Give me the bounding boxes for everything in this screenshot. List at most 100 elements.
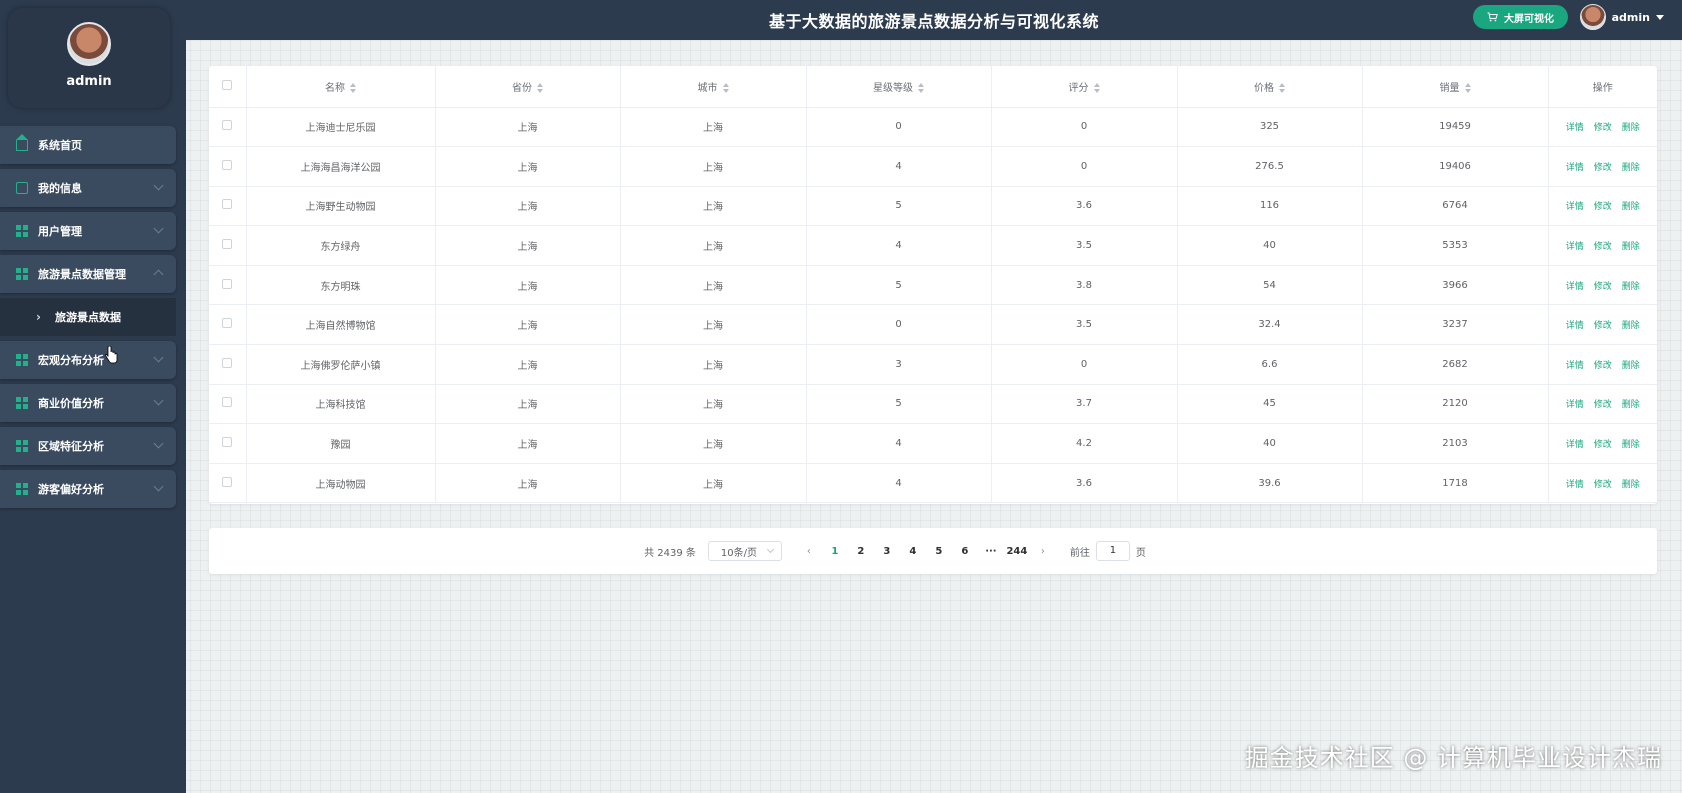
next-page-button[interactable]: › — [1030, 546, 1056, 557]
avatar — [1579, 4, 1606, 30]
delete-link[interactable]: 删除 — [1622, 400, 1640, 410]
sidebar-item-tourist-preference[interactable]: 游客偏好分析 — [0, 470, 176, 508]
prev-page-button[interactable]: ‹ — [796, 546, 822, 557]
sort-icon[interactable] — [918, 82, 924, 93]
edit-link[interactable]: 修改 — [1594, 163, 1612, 173]
cell-score: 0 — [991, 146, 1178, 187]
row-checkbox[interactable] — [222, 476, 233, 487]
sidebar-item-label: 我的信息 — [38, 182, 82, 195]
page-button-4[interactable]: 4 — [900, 546, 926, 557]
delete-link[interactable]: 删除 — [1622, 321, 1640, 331]
row-checkbox[interactable] — [222, 159, 233, 170]
sidebar-item-regional-features[interactable]: 区域特征分析 — [0, 427, 176, 465]
cell-actions: 详情 修改 删除 — [1548, 225, 1657, 266]
cell-score: 3.5 — [991, 304, 1178, 346]
cell-city: 上海 — [620, 463, 807, 504]
delete-link[interactable]: 删除 — [1622, 123, 1640, 133]
sidebar-subitem-attraction-data[interactable]: › 旅游景点数据 — [0, 298, 176, 336]
delete-link[interactable]: 删除 — [1622, 480, 1640, 490]
edit-link[interactable]: 修改 — [1594, 202, 1612, 212]
column-header-price[interactable]: 价格 — [1177, 66, 1363, 108]
cell-province: 上海 — [435, 146, 621, 187]
page-button-last[interactable]: 244 — [1004, 546, 1030, 557]
delete-link[interactable]: 删除 — [1622, 163, 1640, 173]
edit-link[interactable]: 修改 — [1594, 282, 1612, 292]
sidebar-item-my-info[interactable]: 我的信息 — [0, 169, 176, 207]
detail-link[interactable]: 详情 — [1566, 480, 1584, 490]
column-header-score[interactable]: 评分 — [991, 66, 1178, 108]
row-checkbox[interactable] — [222, 199, 233, 210]
page-size-select[interactable]: 10条/页 — [707, 541, 782, 561]
sort-icon[interactable] — [1464, 82, 1471, 93]
row-checkbox[interactable] — [222, 278, 233, 289]
column-header-city[interactable]: 城市 — [620, 66, 807, 108]
page-button-3[interactable]: 3 — [874, 546, 900, 557]
edit-link[interactable]: 修改 — [1594, 361, 1612, 371]
table-row: 上海自然博物馆 上海 上海 0 3.5 32.4 3237 详情 修改 删除 — [209, 304, 1657, 346]
edit-link[interactable]: 修改 — [1594, 480, 1612, 490]
detail-link[interactable]: 详情 — [1566, 321, 1584, 331]
detail-link[interactable]: 详情 — [1566, 440, 1584, 450]
cell-actions: 详情 修改 删除 — [1548, 384, 1657, 425]
row-checkbox[interactable] — [222, 357, 233, 368]
page-button-1[interactable]: 1 — [822, 546, 848, 557]
delete-link[interactable]: 删除 — [1622, 202, 1640, 212]
sidebar-item-attraction-data-management[interactable]: 旅游景点数据管理 — [0, 255, 176, 293]
delete-link[interactable]: 删除 — [1622, 361, 1640, 371]
sidebar-menu: 系统首页 我的信息 用户管理 旅游景点数据管理 › 旅游景点数据 宏观分布分析 — [0, 126, 186, 508]
detail-link[interactable]: 详情 — [1566, 163, 1584, 173]
detail-link[interactable]: 详情 — [1566, 202, 1584, 212]
sidebar-item-business-value[interactable]: 商业价值分析 — [0, 384, 176, 422]
table-row: 上海迪士尼乐园 上海 上海 0 0 325 19459 详情 修改 删除 — [209, 107, 1657, 148]
delete-link[interactable]: 删除 — [1622, 242, 1640, 252]
select-all-checkbox[interactable] — [222, 79, 233, 90]
page-button-2[interactable]: 2 — [848, 546, 874, 557]
profile-name: admin — [66, 74, 112, 89]
column-header-sales[interactable]: 销量 — [1362, 66, 1549, 108]
column-header-name[interactable]: 名称 — [246, 66, 436, 108]
detail-link[interactable]: 详情 — [1566, 361, 1584, 371]
detail-link[interactable]: 详情 — [1566, 242, 1584, 252]
page-title: 基于大数据的旅游景点数据分析与可视化系统 — [768, 12, 1099, 31]
row-checkbox[interactable] — [222, 397, 233, 408]
table-row: 东方绿舟 上海 上海 4 3.5 40 5353 详情 修改 删除 — [209, 225, 1657, 266]
sidebar-item-home[interactable]: 系统首页 — [0, 126, 176, 164]
avatar[interactable] — [67, 22, 111, 66]
row-checkbox[interactable] — [222, 120, 233, 131]
delete-link[interactable]: 删除 — [1622, 440, 1640, 450]
edit-link[interactable]: 修改 — [1594, 440, 1612, 450]
sort-icon[interactable] — [722, 82, 729, 93]
user-menu[interactable]: admin — [1579, 4, 1664, 30]
detail-link[interactable]: 详情 — [1566, 282, 1584, 292]
column-header-province[interactable]: 省份 — [435, 66, 621, 108]
sort-icon[interactable] — [1093, 82, 1100, 93]
edit-link[interactable]: 修改 — [1594, 123, 1612, 133]
edit-link[interactable]: 修改 — [1594, 242, 1612, 252]
cell-score: 4.2 — [991, 423, 1178, 464]
chevron-down-icon — [153, 395, 164, 406]
row-checkbox[interactable] — [222, 318, 233, 329]
big-screen-button[interactable]: 大屏可视化 — [1473, 5, 1568, 29]
cell-star: 5 — [806, 384, 992, 425]
edit-link[interactable]: 修改 — [1594, 321, 1612, 331]
cell-sales: 2682 — [1362, 344, 1549, 385]
sort-icon[interactable] — [537, 82, 543, 93]
cell-city: 上海 — [620, 304, 807, 346]
detail-link[interactable]: 详情 — [1566, 123, 1584, 133]
sort-icon[interactable] — [350, 82, 356, 93]
page-button-6[interactable]: 6 — [952, 546, 978, 557]
page-button-5[interactable]: 5 — [926, 546, 952, 557]
delete-link[interactable]: 删除 — [1622, 282, 1640, 292]
sidebar-item-user-management[interactable]: 用户管理 — [0, 212, 176, 250]
sidebar-item-macro-distribution[interactable]: 宏观分布分析 — [0, 341, 176, 379]
detail-link[interactable]: 详情 — [1566, 400, 1584, 410]
column-header-star[interactable]: 星级等级 — [806, 66, 992, 108]
edit-link[interactable]: 修改 — [1594, 400, 1612, 410]
goto-page-input[interactable]: 1 — [1095, 541, 1130, 561]
more-pages-button[interactable]: ··· — [978, 546, 1004, 557]
sort-icon[interactable] — [1279, 82, 1285, 93]
cell-score: 0 — [991, 107, 1178, 148]
row-checkbox[interactable] — [222, 437, 233, 448]
row-checkbox[interactable] — [222, 239, 233, 250]
cell-price: 40 — [1177, 225, 1363, 266]
